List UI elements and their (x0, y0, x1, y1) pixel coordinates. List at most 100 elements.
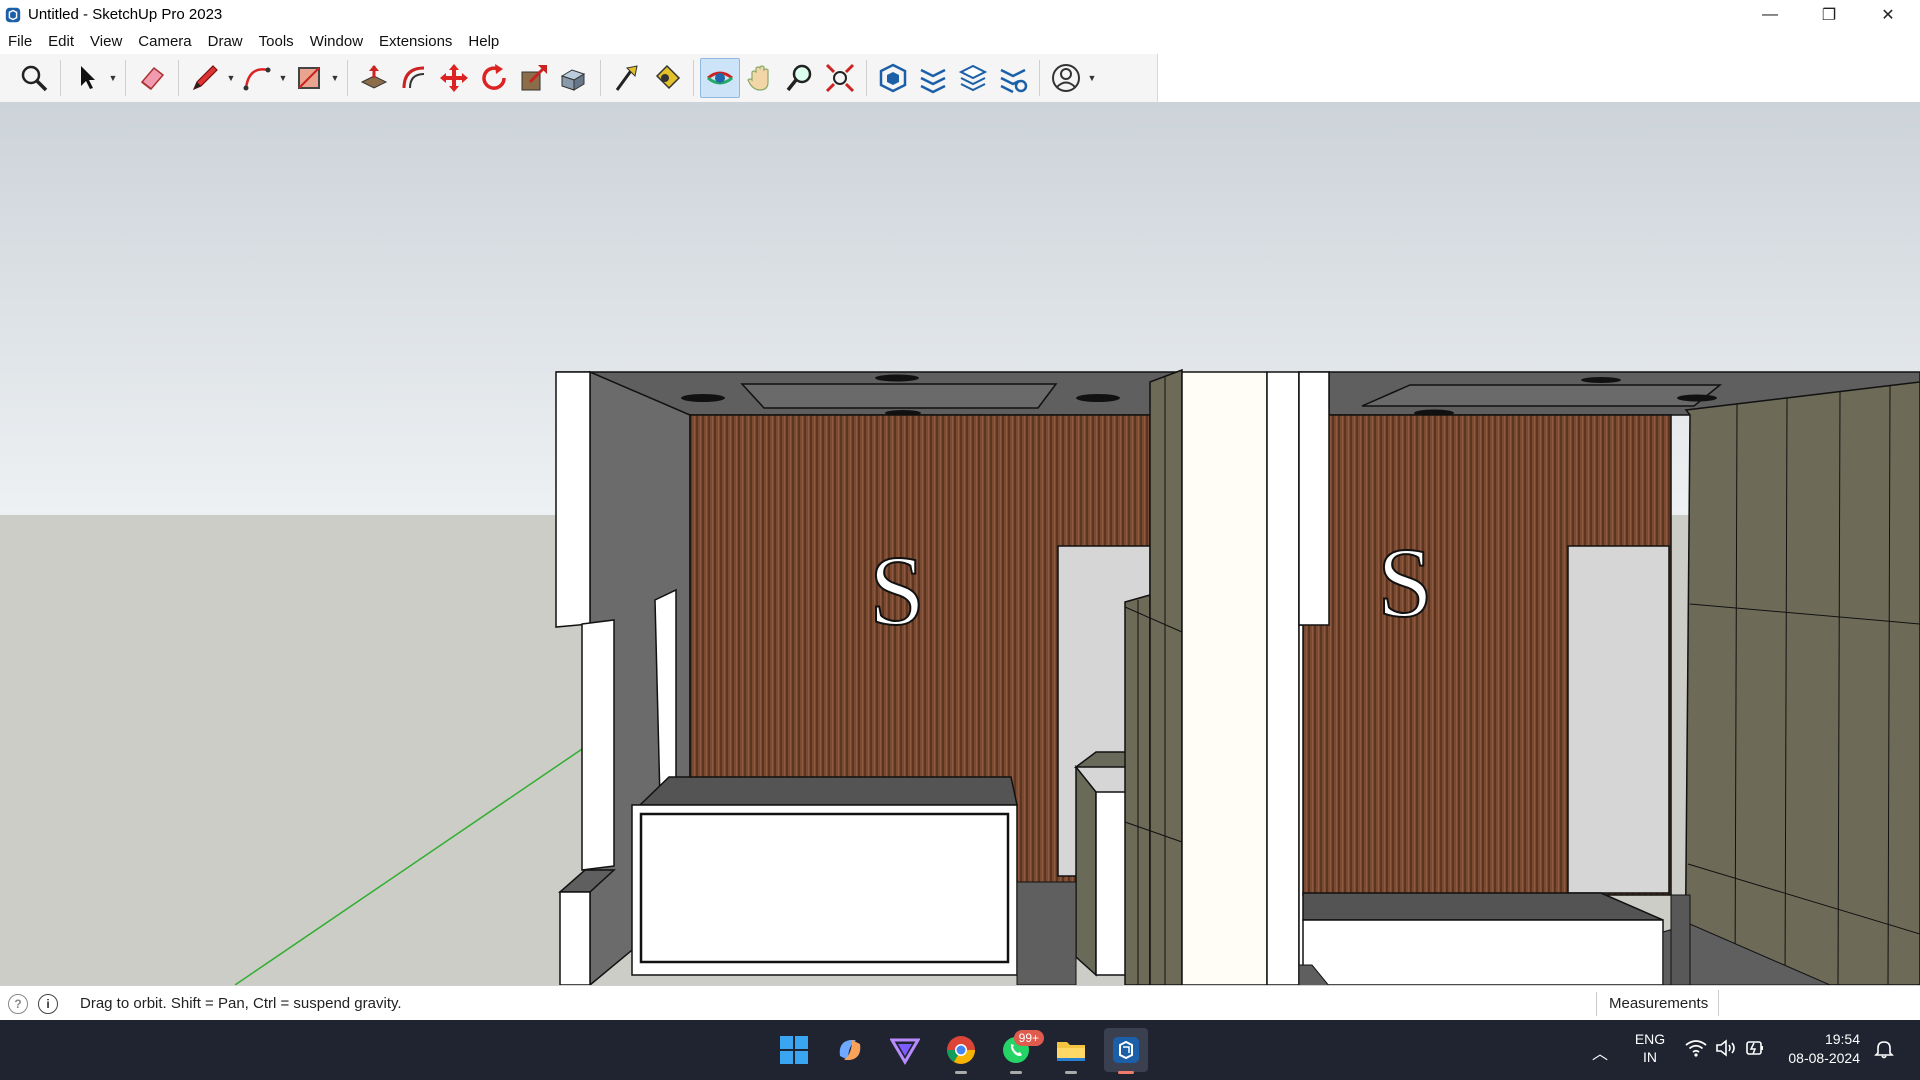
scale-button[interactable] (514, 58, 554, 98)
notification-bell-icon (1874, 1041, 1894, 1059)
sketchup-taskbar-button[interactable] (1104, 1028, 1148, 1074)
close-button[interactable]: ✕ (1859, 0, 1917, 29)
clock[interactable]: 19:54 08-08-2024 (1780, 1030, 1860, 1068)
toolbar-separator (866, 60, 867, 96)
tape-measure-button[interactable] (607, 58, 647, 98)
paint-bucket-icon (655, 64, 681, 90)
toolbar-separator (693, 60, 694, 96)
geolocation-icon[interactable]: ? (8, 993, 28, 1014)
tags-button[interactable] (913, 58, 953, 98)
menu-edit[interactable]: Edit (40, 33, 82, 50)
scene-canvas[interactable]: S S (0, 102, 1920, 985)
menu-file[interactable]: File (0, 33, 40, 50)
left-wall-letter: S (869, 535, 925, 646)
right-olive-wall (1684, 381, 1920, 985)
menu-bar: File Edit View Camera Draw Tools Window … (0, 29, 1920, 54)
pencil-line-icon (192, 65, 218, 91)
whatsapp-button[interactable]: 99+ (994, 1028, 1044, 1074)
windows-taskbar: 99+ ︿ ENG IN 19:54 08-08-2024 (0, 1020, 1920, 1080)
minimize-button[interactable]: — (1741, 0, 1799, 29)
select-dropdown[interactable]: ▼ (107, 58, 119, 98)
account-icon (1052, 64, 1080, 92)
arc-dropdown[interactable]: ▼ (277, 58, 289, 98)
vpn-app-button[interactable] (883, 1028, 927, 1072)
show-hidden-icons-button[interactable]: ︿ (1592, 1040, 1608, 1064)
zoom-extents-button[interactable] (14, 58, 54, 98)
right-wall-letter: S (1377, 527, 1433, 638)
left-front-panel (555, 371, 591, 628)
downlight (1677, 394, 1717, 402)
measurements-input[interactable] (1718, 990, 1915, 1016)
right-counter-top (1302, 892, 1664, 921)
eraser-icon (140, 66, 165, 91)
info-icon[interactable]: i (38, 993, 58, 1014)
title-bar: Untitled - SketchUp Pro 2023 — ❐ ✕ (0, 0, 1920, 29)
components-icon (879, 63, 907, 93)
chrome-button[interactable] (939, 1028, 983, 1074)
menu-window[interactable]: Window (302, 33, 371, 50)
menu-camera[interactable]: Camera (130, 33, 199, 50)
sketchup-logo-icon (5, 7, 21, 22)
arc-button[interactable] (237, 58, 277, 98)
components-button[interactable] (873, 58, 913, 98)
start-button[interactable] (772, 1028, 816, 1072)
zoom-window-icon (825, 63, 855, 93)
zoom-window-button[interactable] (820, 58, 860, 98)
account-button[interactable] (1046, 58, 1086, 98)
pan-icon (747, 65, 769, 91)
layers-icon (958, 64, 988, 92)
file-explorer-button[interactable] (1049, 1028, 1093, 1074)
pan-button[interactable] (740, 58, 780, 98)
rectangle-button[interactable] (289, 58, 329, 98)
eraser-button[interactable] (132, 58, 172, 98)
network-volume-battery[interactable] (1685, 1039, 1767, 1060)
maximize-button[interactable]: ❐ (1800, 0, 1858, 29)
display-stand-side (1075, 764, 1097, 977)
chrome-icon (947, 1036, 975, 1064)
styles-button[interactable] (993, 58, 1033, 98)
left-front-base-block (559, 891, 591, 985)
push-pull-button[interactable] (354, 58, 394, 98)
menu-tools[interactable]: Tools (251, 33, 302, 50)
running-indicator (1065, 1071, 1077, 1074)
triangle-app-icon (890, 1038, 920, 1065)
paint-bucket-button[interactable] (647, 58, 687, 98)
window-title: Untitled - SketchUp Pro 2023 (28, 6, 223, 23)
tags-icon (920, 68, 946, 94)
toolbar-separator (178, 60, 179, 96)
account-dropdown[interactable]: ▼ (1086, 58, 1098, 98)
offset-button[interactable] (394, 58, 434, 98)
menu-view[interactable]: View (82, 33, 130, 50)
layers-button[interactable] (953, 58, 993, 98)
menu-draw[interactable]: Draw (200, 33, 251, 50)
sketchup-icon (1113, 1037, 1139, 1063)
zoom-button[interactable] (780, 58, 820, 98)
measurements-separator (1596, 992, 1597, 1016)
zoom-icon (786, 64, 812, 92)
menu-help[interactable]: Help (460, 33, 507, 50)
rotate-button[interactable] (474, 58, 514, 98)
follow-me-button[interactable] (554, 58, 594, 98)
orbit-button[interactable] (700, 58, 740, 98)
menu-extensions[interactable]: Extensions (371, 33, 460, 50)
left-booth[interactable]: S (555, 368, 1183, 985)
select-button[interactable] (67, 58, 107, 98)
zoom-extents-icon (21, 65, 48, 92)
left-ceiling-panel (740, 383, 1058, 409)
line-button[interactable] (185, 58, 225, 98)
scale-icon (521, 64, 548, 91)
line-dropdown[interactable]: ▼ (225, 58, 237, 98)
notifications-button[interactable] (1874, 1039, 1894, 1062)
right-booth[interactable]: S (1298, 371, 1920, 985)
model-viewport[interactable]: S S (0, 102, 1920, 985)
move-button[interactable] (434, 58, 474, 98)
language-indicator[interactable]: ENG IN (1630, 1030, 1670, 1066)
copilot-button[interactable] (828, 1028, 872, 1072)
folder-icon (1057, 1042, 1085, 1061)
main-toolbar: ▼ ▼ ▼ ▼ ▼ (0, 54, 1158, 103)
rectangle-dropdown[interactable]: ▼ (329, 58, 341, 98)
notification-badge: 99+ (1013, 1030, 1044, 1046)
right-ceiling-panel (1361, 384, 1723, 407)
clock-date: 08-08-2024 (1788, 1050, 1860, 1066)
left-counter-panel (639, 812, 1010, 964)
